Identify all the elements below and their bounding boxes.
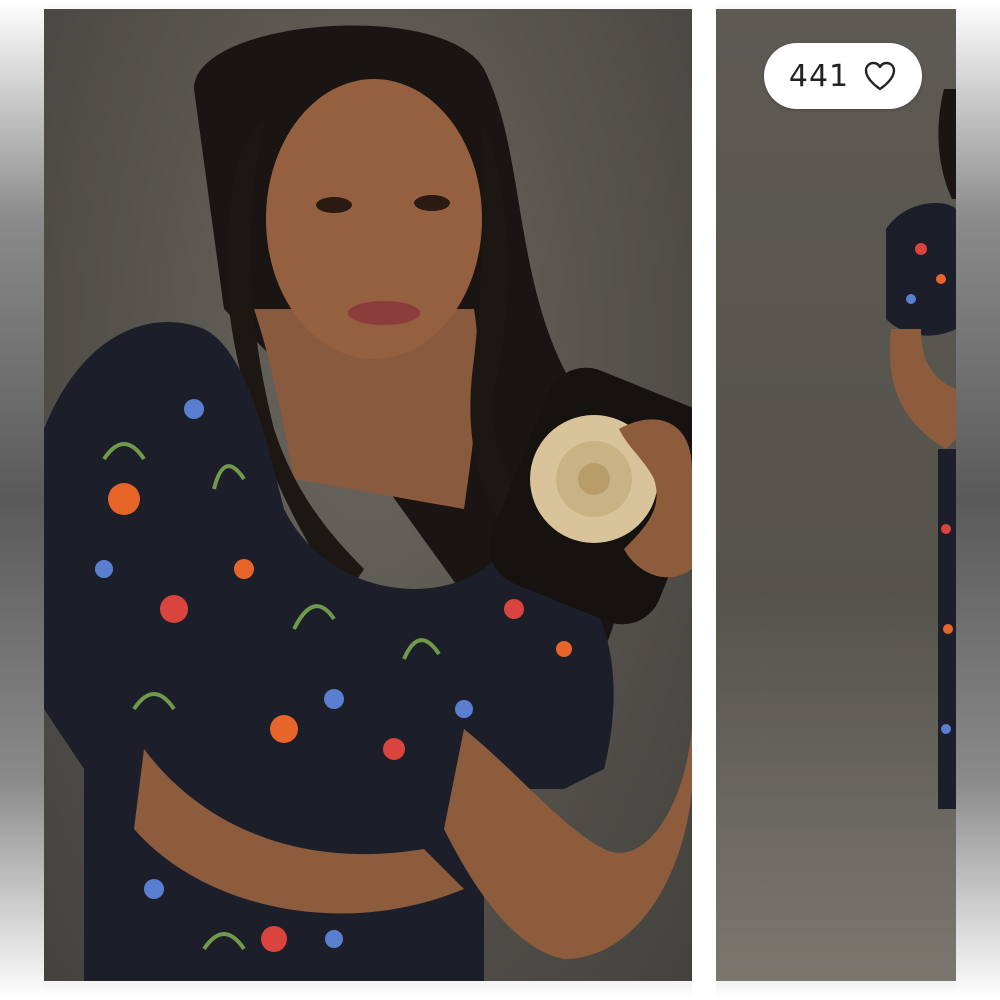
model-illustration	[44, 25, 692, 981]
like-button[interactable]: 441	[764, 43, 922, 109]
listing-photo-viewer: 441	[0, 0, 1000, 1000]
like-count: 441	[788, 58, 850, 94]
product-photo-main[interactable]	[44, 9, 692, 981]
product-photo-next[interactable]	[716, 9, 956, 981]
blurred-edge-right	[956, 0, 1000, 1000]
model-illustration-next	[886, 89, 956, 809]
photo-gap	[692, 0, 716, 1000]
blurred-edge-left	[0, 0, 44, 1000]
heart-outline-icon	[864, 61, 896, 91]
